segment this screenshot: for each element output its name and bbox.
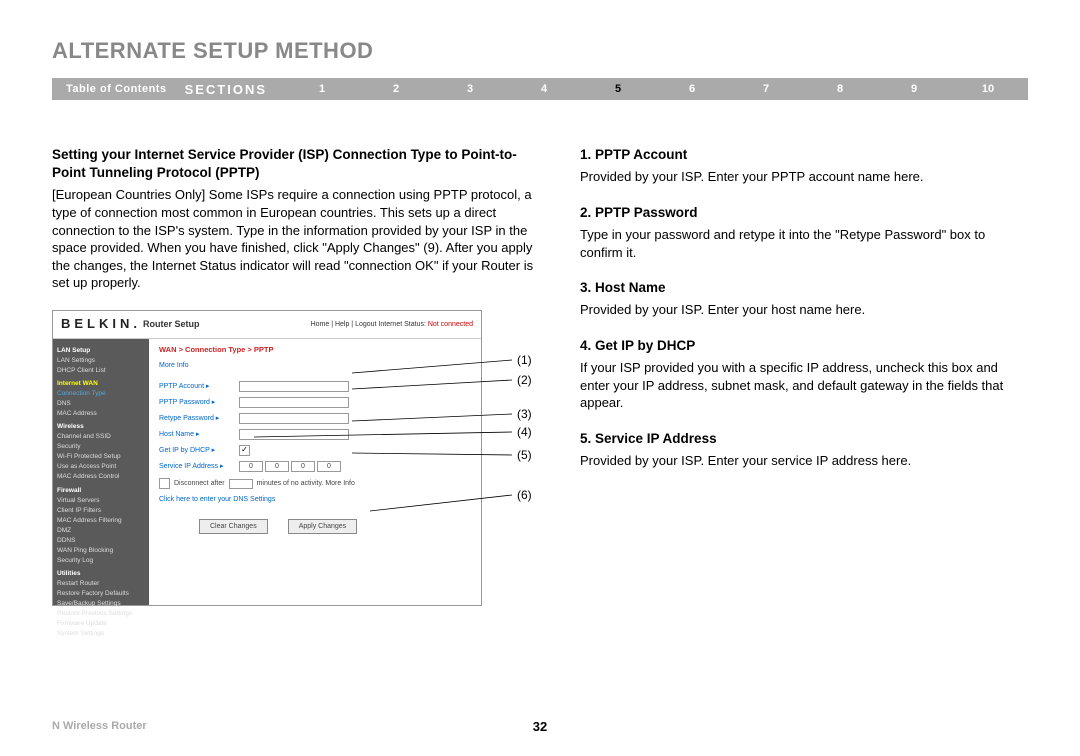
item-2-body: Type in your password and retype it into… — [580, 226, 1028, 261]
section-4[interactable]: 4 — [507, 83, 581, 95]
section-9[interactable]: 9 — [877, 83, 951, 95]
disconnect-row: Disconnect after minutes of no activity.… — [159, 478, 471, 489]
item-2-heading: 2. PPTP Password — [580, 204, 1028, 222]
disconnect-minutes-input[interactable] — [229, 479, 253, 489]
more-info-link[interactable]: More Info — [159, 361, 471, 370]
dhcp-checkbox[interactable]: ✓ — [239, 445, 250, 456]
left-column: Setting your Internet Service Provider (… — [52, 146, 540, 606]
retype-password-input[interactable] — [239, 413, 349, 424]
router-breadcrumb: WAN > Connection Type > PPTP — [159, 345, 471, 355]
section-5[interactable]: 5 — [581, 83, 655, 95]
pptp-account-input[interactable] — [239, 381, 349, 392]
section-1[interactable]: 1 — [285, 83, 359, 95]
left-heading: Setting your Internet Service Provider (… — [52, 146, 540, 182]
toc-link[interactable]: Table of Contents — [52, 83, 181, 95]
item-5-heading: 5. Service IP Address — [580, 430, 1028, 448]
router-top-links: Home | Help | Logout Internet Status: No… — [311, 320, 473, 329]
right-column: 1. PPTP Account Provided by your ISP. Ent… — [580, 146, 1028, 606]
router-main: WAN > Connection Type > PPTP More Info P… — [149, 339, 481, 605]
service-ip-input[interactable]: 0000 — [239, 461, 341, 472]
router-sidebar: LAN Setup LAN Settings DHCP Client List … — [53, 339, 149, 605]
left-body: [European Countries Only] Some ISPs requ… — [52, 186, 540, 291]
page-footer: N Wireless Router 32 — [52, 720, 1028, 732]
router-screenshot: BELKIN. Router Setup Home | Help | Logou… — [52, 310, 482, 606]
section-6[interactable]: 6 — [655, 83, 729, 95]
router-setup-label: Router Setup — [143, 318, 200, 330]
item-3-body: Provided by your ISP. Enter your host na… — [580, 301, 1028, 319]
pptp-password-input[interactable] — [239, 397, 349, 408]
clear-changes-button[interactable]: Clear Changes — [199, 519, 268, 534]
section-10[interactable]: 10 — [951, 83, 1025, 95]
page-title: ALTERNATE SETUP METHOD — [52, 38, 1028, 64]
brand-logo: BELKIN. — [61, 315, 137, 333]
host-name-input[interactable] — [239, 429, 349, 440]
footer-product: N Wireless Router — [52, 720, 147, 732]
footer-page-number: 32 — [533, 719, 547, 734]
section-8[interactable]: 8 — [803, 83, 877, 95]
item-4-body: If your ISP provided you with a specific… — [580, 359, 1028, 412]
item-1-body: Provided by your ISP. Enter your PPTP ac… — [580, 168, 1028, 186]
section-3[interactable]: 3 — [433, 83, 507, 95]
sections-label: SECTIONS — [181, 82, 285, 97]
item-5-body: Provided by your ISP. Enter your service… — [580, 452, 1028, 470]
item-4-heading: 4. Get IP by DHCP — [580, 337, 1028, 355]
section-7[interactable]: 7 — [729, 83, 803, 95]
dns-link[interactable]: Click here to enter your DNS Settings — [159, 495, 471, 504]
item-1-heading: 1. PPTP Account — [580, 146, 1028, 164]
section-2[interactable]: 2 — [359, 83, 433, 95]
disconnect-checkbox[interactable] — [159, 478, 170, 489]
section-nav: Table of Contents SECTIONS 1 2 3 4 5 6 7… — [52, 78, 1028, 100]
apply-changes-button[interactable]: Apply Changes — [288, 519, 357, 534]
item-3-heading: 3. Host Name — [580, 279, 1028, 297]
